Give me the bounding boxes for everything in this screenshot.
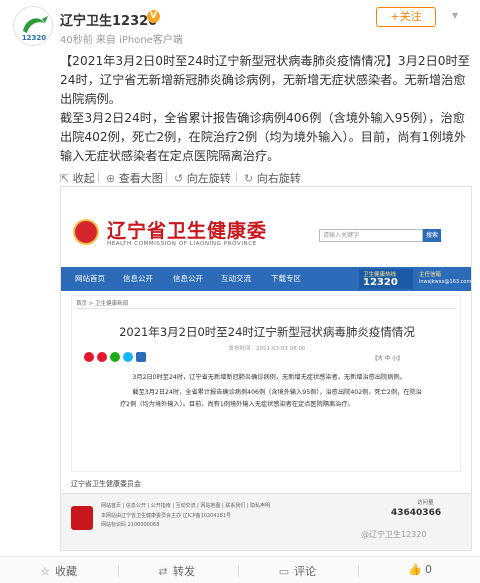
- divider: [98, 171, 99, 182]
- divider: [358, 565, 359, 577]
- divider: [236, 171, 237, 182]
- view-large-label: 查看大图: [118, 172, 163, 185]
- divider: [76, 308, 456, 309]
- thumbs-up-icon: 👍: [408, 563, 422, 576]
- wechat-share-icon: [110, 352, 120, 362]
- article-meta: 发布时间：2021-03-03 08:00: [228, 346, 306, 352]
- rotate-left-icon: ↺: [174, 172, 184, 185]
- avatar-label: 12320: [22, 34, 46, 42]
- follow-button[interactable]: +关注: [376, 7, 436, 27]
- hotline-box: 卫生健康热线 12320: [359, 269, 413, 289]
- rotate-right-button[interactable]: ↻ 向右旋转: [244, 170, 301, 186]
- visit-label: 访问量: [417, 500, 434, 506]
- breadcrumb: 首页 > 卫生健康新闻: [76, 301, 129, 307]
- divider: [238, 565, 239, 577]
- rotate-right-icon: ↻: [244, 172, 254, 185]
- post-paragraph: 截至3月2日24时，全省累计报告确诊病例406例（含境外输入95例），治愈出院4…: [60, 111, 467, 163]
- font-size-control: 【大 中 小】: [372, 356, 403, 362]
- collapse-icon: ⇱: [60, 172, 70, 185]
- nav-item: 网站首页: [75, 274, 105, 283]
- qq-share-icon: [123, 352, 133, 362]
- site-header: 辽宁省卫生健康委 HEALTH COMMISSION OF LIAONING P…: [61, 187, 471, 265]
- site-footer: 网站首页 | 信息公开 | 公开指南 | 互动交流 | 网站地图 | 联系我们 …: [61, 493, 471, 550]
- nav-item: 信息公开: [123, 274, 153, 283]
- footer-title-bar: 辽宁省卫生健康委员会: [61, 479, 471, 492]
- magnify-icon: ⊕: [106, 172, 116, 185]
- rotate-right-label: 向右旋转: [256, 172, 301, 185]
- watermark: @辽宁卫生12320: [361, 530, 427, 539]
- footer-title: 辽宁省卫生健康委员会: [71, 480, 141, 488]
- nav-item: 下载专区: [271, 274, 301, 283]
- party-emblem-icon: [71, 506, 93, 530]
- post-text: 【2021年3月2日0时至24时辽宁新型冠状病毒肺炎疫情情况】3月2日0时至24…: [60, 52, 472, 166]
- mailbox-address: lnwsjkwxx@163.com: [419, 279, 472, 285]
- collapse-button[interactable]: ⇱ 收起: [60, 170, 95, 186]
- site-search-button: 搜索: [423, 229, 441, 242]
- more-share-icon: [136, 352, 146, 362]
- mailbox-box: 主任信箱 lnwsjkwxx@163.com: [417, 269, 471, 289]
- hotline-number: 12320: [363, 277, 398, 288]
- image-toolbar: ⇱ 收起 ⊕ 查看大图 ↺ 向左旋转 ↻ 向右旋转: [60, 167, 472, 187]
- article-box: 首页 > 卫生健康新闻 2021年3月2日0时至24时辽宁新型冠状病毒肺炎疫情情…: [71, 295, 461, 472]
- national-emblem-icon: [73, 219, 99, 245]
- footer-links: 网站首页 | 信息公开 | 公开指南 | 互动交流 | 网站地图 | 联系我们 …: [101, 503, 271, 509]
- weibo-share-icon: [97, 352, 107, 362]
- divider: [166, 171, 167, 182]
- weibo-share-icon: [84, 352, 94, 362]
- favorite-label: 收藏: [55, 565, 77, 578]
- avatar[interactable]: 12320: [13, 6, 53, 46]
- collapse-label: 收起: [72, 172, 95, 185]
- article-title: 2021年3月2日0时至24时辽宁新型冠状病毒肺炎疫情情况: [119, 325, 415, 339]
- like-count: 0: [425, 563, 432, 576]
- logo-12320-icon: 12320: [15, 8, 52, 45]
- rotate-left-label: 向左旋转: [186, 172, 231, 185]
- site-search-input: 请输入关键字: [319, 229, 423, 242]
- mailbox-label: 主任信箱: [419, 272, 442, 278]
- comment-label: 评论: [294, 565, 316, 578]
- post-paragraph: 【2021年3月2日0时至24时辽宁新型冠状病毒肺炎疫情情况】3月2日0时至24…: [60, 54, 470, 106]
- article-paragraph: 截至3月2日24时，全省累计报告确诊病例406例（含境外输入95例），治愈出院4…: [120, 388, 422, 409]
- article-body: 3月2日0时至24时，辽宁省无新增新冠肺炎确诊病例，无新增无症状感染者。无新增治…: [120, 372, 426, 414]
- verified-icon: V: [147, 10, 160, 23]
- comment-button[interactable]: ▭ 评论: [277, 563, 316, 579]
- divider: [118, 565, 119, 577]
- nav-item: 信息公开: [173, 274, 203, 283]
- rotate-left-button[interactable]: ↺ 向左旋转: [174, 170, 231, 186]
- post-meta: 40秒前 来自 iPhone客户端: [60, 35, 183, 46]
- site-title: 辽宁省卫生健康委: [107, 220, 268, 242]
- footer-text: 本网站由辽宁省卫生健康委员会主办 辽ICP备10204181号: [101, 513, 232, 519]
- star-icon: ☆: [40, 565, 50, 578]
- article-paragraph: 3月2日0时至24时，辽宁省无新增新冠肺炎确诊病例，无新增无症状感染者。无新增治…: [132, 374, 406, 381]
- repost-icon: ⇄: [158, 565, 168, 578]
- repost-button[interactable]: ⇄ 转发: [156, 563, 195, 579]
- favorite-button[interactable]: ☆ 收藏: [38, 563, 77, 579]
- repost-label: 转发: [173, 565, 195, 578]
- post-header: 12320 辽宁卫生12320 V 40秒前 来自 iPhone客户端 +关注 …: [0, 0, 480, 50]
- post-image[interactable]: 辽宁省卫生健康委 HEALTH COMMISSION OF LIAONING P…: [60, 186, 472, 551]
- comment-icon: ▭: [278, 565, 290, 578]
- nav-item: 互动交流: [221, 274, 251, 283]
- view-large-button[interactable]: ⊕ 查看大图: [106, 170, 163, 186]
- chevron-down-icon[interactable]: ▾: [452, 8, 458, 22]
- visit-count: 43640366: [391, 508, 442, 518]
- footer-text: 网站标识码 2100000068: [101, 522, 160, 528]
- like-button[interactable]: 👍 0: [408, 563, 432, 576]
- author-name[interactable]: 辽宁卫生12320: [60, 10, 157, 29]
- action-bar: ☆ 收藏 ⇄ 转发 ▭ 评论 👍 0: [0, 556, 480, 583]
- site-subtitle: HEALTH COMMISSION OF LIAONING PROVINCE: [107, 241, 257, 247]
